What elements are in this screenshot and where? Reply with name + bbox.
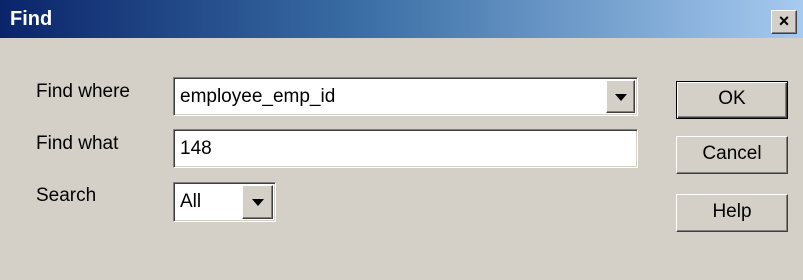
search-select[interactable]: All xyxy=(173,182,276,222)
title-bar[interactable]: Find × xyxy=(0,0,803,38)
ok-button[interactable]: OK xyxy=(676,81,788,119)
find-what-label: Find what xyxy=(36,133,119,154)
find-where-select[interactable]: employee_emp_id xyxy=(173,77,638,116)
search-value: All xyxy=(180,191,202,212)
search-dropdown-button[interactable] xyxy=(242,185,273,219)
help-button[interactable]: Help xyxy=(676,194,788,232)
find-what-input[interactable]: 148 xyxy=(173,129,638,168)
find-where-dropdown-button[interactable] xyxy=(606,80,635,113)
find-dialog: Find × Find where employee_emp_id Find w… xyxy=(0,0,803,280)
find-where-value: employee_emp_id xyxy=(180,86,336,107)
close-icon: × xyxy=(778,11,790,31)
close-button[interactable]: × xyxy=(771,10,797,34)
find-where-label: Find where xyxy=(36,81,130,102)
cancel-button[interactable]: Cancel xyxy=(676,136,788,174)
find-what-value: 148 xyxy=(180,138,212,159)
search-label: Search xyxy=(36,185,97,206)
window-title: Find xyxy=(10,8,53,30)
chevron-down-icon xyxy=(251,199,264,206)
chevron-down-icon xyxy=(614,93,627,101)
